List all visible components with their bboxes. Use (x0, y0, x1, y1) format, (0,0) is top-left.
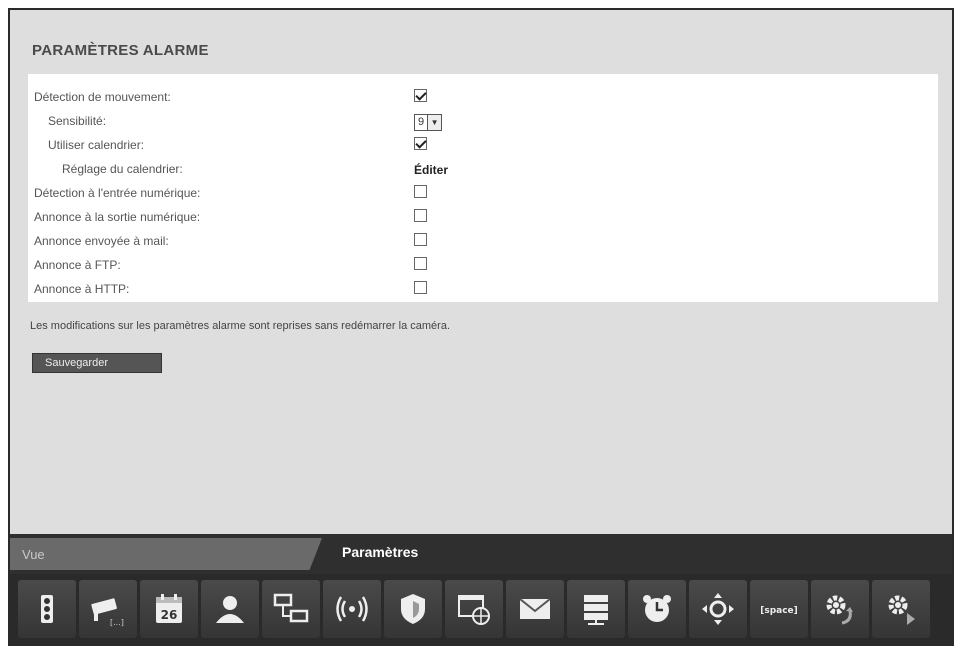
tool-mail[interactable] (506, 580, 564, 638)
mail-icon (519, 598, 551, 619)
tab-vue[interactable]: Vue (10, 538, 322, 570)
setting-row-http: Annonce à HTTP: (28, 278, 938, 300)
web-icon (458, 595, 490, 625)
tool-ptz[interactable] (689, 580, 747, 638)
tool-server[interactable] (567, 580, 625, 638)
tool-gear-play[interactable] (872, 580, 930, 638)
tool-status[interactable] (18, 580, 76, 638)
setting-row-ftp: Annonce à FTP: (28, 254, 938, 276)
svg-text:[space]: [space] (760, 606, 798, 616)
settings-toolbar: [...] 26 [space] (10, 574, 952, 644)
tool-users[interactable] (201, 580, 259, 638)
ftp-label: Annonce à FTP: (34, 258, 121, 272)
tool-space[interactable]: [space] (750, 580, 808, 638)
chevron-down-icon: ▼ (427, 114, 442, 130)
tab-parametres[interactable]: Paramètres (342, 544, 418, 560)
use-calendar-label: Utiliser calendrier: (48, 138, 145, 152)
ptz-control-icon (702, 593, 734, 625)
tab-vue-label: Vue (22, 547, 45, 562)
setting-row-digital-input: Détection à l'entrée numérique: (28, 182, 938, 204)
motion-detection-label: Détection de mouvement: (34, 90, 171, 104)
setting-row-motion-detection: Détection de mouvement: (28, 86, 938, 108)
tool-calendar[interactable]: 26 (140, 580, 198, 638)
settings-content: PARAMÈTRES ALARME Détection de mouvement… (10, 10, 952, 534)
digital-input-label: Détection à l'entrée numérique: (34, 186, 201, 200)
server-icon (584, 595, 608, 625)
tool-gear-refresh[interactable] (811, 580, 869, 638)
tool-camera[interactable]: [...] (79, 580, 137, 638)
motion-detection-checkbox[interactable] (414, 89, 427, 107)
gear-refresh-icon (826, 595, 853, 625)
setting-row-use-calendar: Utiliser calendrier: (28, 134, 938, 156)
digital-input-checkbox[interactable] (414, 185, 427, 203)
info-note: Les modifications sur les paramètres ala… (30, 320, 450, 332)
sensitivity-select[interactable]: 9 ▼ (414, 112, 443, 131)
space-icon: [space] (760, 606, 798, 616)
tool-web[interactable] (445, 580, 503, 638)
tool-network[interactable] (262, 580, 320, 638)
setting-row-calendar-setup: Réglage du calendrier: Éditer (28, 158, 938, 180)
app-window: PARAMÈTRES ALARME Détection de mouvement… (8, 8, 954, 646)
traffic-light-icon (41, 595, 53, 623)
sensitivity-value: 9 (418, 116, 425, 128)
save-button[interactable]: Sauvegarder (32, 353, 162, 373)
tab-bar: Vue Paramètres (10, 534, 952, 574)
setting-row-mail: Annonce envoyée à mail: (28, 230, 938, 252)
use-calendar-checkbox[interactable] (414, 137, 427, 155)
wireless-icon (336, 596, 368, 622)
calendar-icon: 26 (156, 594, 182, 623)
tool-alarm[interactable] (628, 580, 686, 638)
mail-label: Annonce envoyée à mail: (34, 234, 169, 248)
shield-icon (401, 594, 425, 624)
alarm-clock-icon (643, 595, 671, 622)
sensitivity-label: Sensibilité: (48, 114, 107, 128)
svg-text:26: 26 (161, 608, 178, 622)
user-icon (216, 596, 244, 623)
tool-wireless[interactable] (323, 580, 381, 638)
setting-row-sensitivity: Sensibilité: 9 ▼ (28, 110, 938, 132)
camera-settings-icon: [...] (91, 598, 124, 627)
svg-text:[...]: [...] (110, 618, 124, 627)
edit-calendar-link[interactable]: Éditer (414, 163, 448, 177)
http-checkbox[interactable] (414, 281, 427, 299)
http-label: Annonce à HTTP: (34, 282, 130, 296)
setting-row-digital-output: Annonce à la sortie numérique: (28, 206, 938, 228)
alarm-settings-panel: Détection de mouvement: Sensibilité: 9 ▼… (28, 74, 938, 302)
network-icon (273, 593, 309, 623)
tool-security[interactable] (384, 580, 442, 638)
ftp-checkbox[interactable] (414, 257, 427, 275)
digital-output-label: Annonce à la sortie numérique: (34, 210, 201, 224)
calendar-setup-label: Réglage du calendrier: (62, 162, 183, 176)
gear-play-icon (888, 595, 915, 625)
digital-output-checkbox[interactable] (414, 209, 427, 227)
mail-checkbox[interactable] (414, 233, 427, 251)
page-title: PARAMÈTRES ALARME (32, 42, 209, 59)
